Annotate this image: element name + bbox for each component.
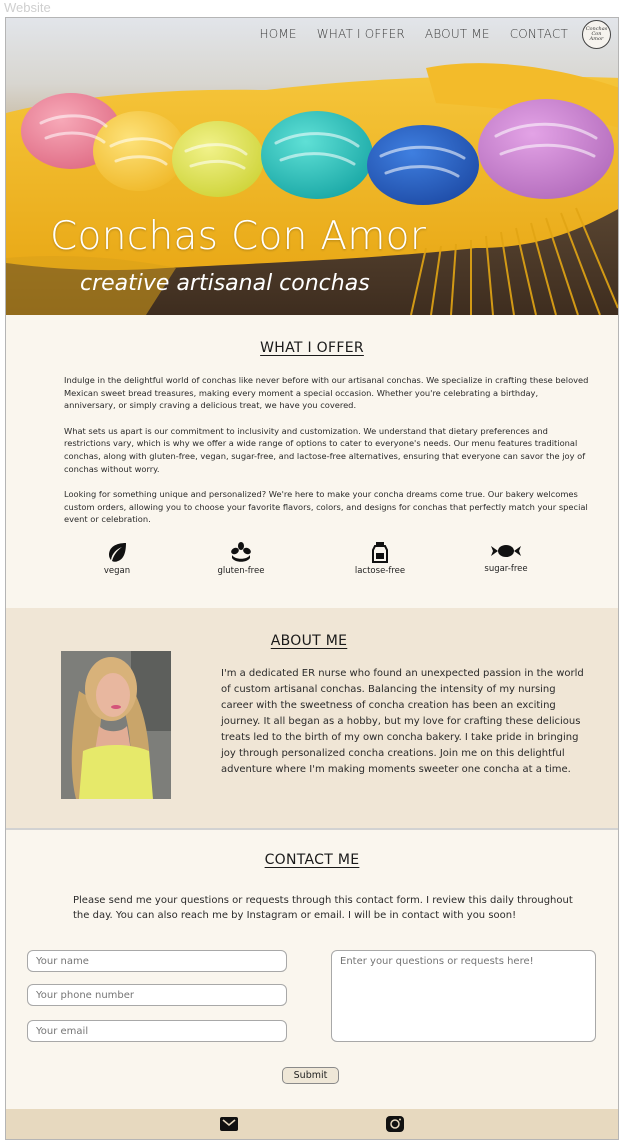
phone-field[interactable] xyxy=(27,984,287,1006)
contact-intro: Please send me your questions or request… xyxy=(73,895,573,921)
hero-banner: HOME WHAT I OFFER ABOUT ME CONTACT Conch… xyxy=(6,18,618,315)
offer-section: WHAT I OFFER Indulge in the delightful w… xyxy=(6,315,618,608)
candy-icon xyxy=(491,545,521,557)
nav-contact-link[interactable]: CONTACT xyxy=(510,27,568,41)
instagram-icon[interactable] xyxy=(386,1116,404,1132)
nav-about-link[interactable]: ABOUT ME xyxy=(425,27,490,41)
milk-bottle-icon xyxy=(372,542,388,563)
nav-offer-link[interactable]: WHAT I OFFER xyxy=(317,27,405,41)
wheat-icon xyxy=(231,542,251,562)
diet-label: lactose-free xyxy=(354,566,406,576)
diet-vegan: vegan xyxy=(72,541,162,576)
contact-section: CONTACT ME Please send me your questions… xyxy=(6,832,618,1109)
diet-label: gluten-free xyxy=(217,566,265,576)
leaf-icon xyxy=(109,543,126,562)
owner-portrait xyxy=(61,651,171,799)
hero-subtitle: creative artisanal conchas xyxy=(80,271,370,296)
main-nav: HOME WHAT I OFFER ABOUT ME CONTACT xyxy=(259,27,568,41)
diet-lactose-free: lactose-free xyxy=(335,541,425,576)
offer-paragraph: Indulge in the delightful world of conch… xyxy=(64,375,589,411)
submit-button[interactable]: Submit xyxy=(282,1067,339,1084)
diet-label: vegan xyxy=(103,566,131,576)
mail-icon[interactable] xyxy=(220,1116,238,1132)
nav-home-link[interactable]: HOME xyxy=(259,27,296,41)
site-logo[interactable]: Conchas Con Amor xyxy=(582,20,611,49)
name-field[interactable] xyxy=(27,950,287,972)
diet-sugar-free: sugar-free xyxy=(461,541,551,574)
diet-label: sugar-free xyxy=(484,564,528,574)
diet-gluten-free: gluten-free xyxy=(196,541,286,576)
window-title: Website xyxy=(4,0,51,15)
hero-title: Conchas Con Amor xyxy=(50,214,427,259)
owner-photo xyxy=(61,651,171,799)
offer-paragraph: Looking for something unique and persona… xyxy=(64,489,588,525)
about-body: I'm a dedicated ER nurse who found an un… xyxy=(221,668,584,775)
offer-paragraph: What sets us apart is our commitment to … xyxy=(64,425,586,474)
email-field[interactable] xyxy=(27,1020,287,1042)
offer-body: Indulge in the delightful world of conch… xyxy=(64,374,589,539)
about-section: ABOUT ME I'm a dedicated ER nurse who fo… xyxy=(6,608,618,830)
offer-heading: WHAT I OFFER xyxy=(260,340,364,356)
footer xyxy=(6,1109,618,1139)
contact-heading: CONTACT ME xyxy=(264,852,360,868)
webpage: HOME WHAT I OFFER ABOUT ME CONTACT Conch… xyxy=(5,17,619,1140)
about-heading: ABOUT ME xyxy=(270,633,348,649)
message-field[interactable] xyxy=(331,950,596,1042)
